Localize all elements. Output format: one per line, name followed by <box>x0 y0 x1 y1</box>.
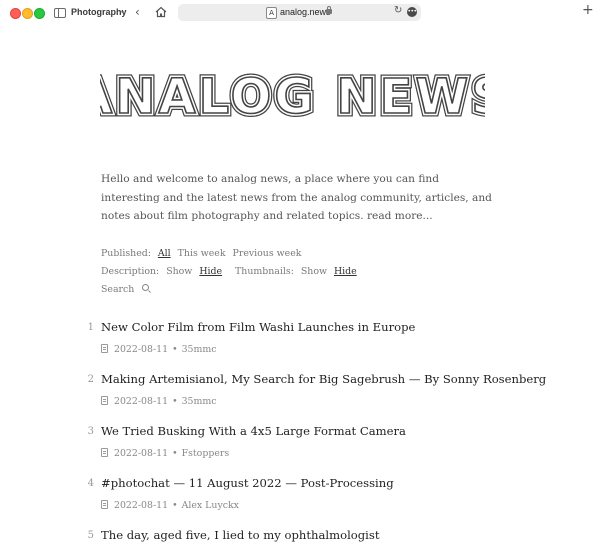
back-button[interactable]: ‹ <box>135 5 140 19</box>
article-date: 2022-08-11 <box>114 448 169 459</box>
item-number: 4 <box>87 478 94 489</box>
search-label[interactable]: Search <box>101 284 134 295</box>
read-more-link[interactable]: read more... <box>367 210 433 222</box>
article-source[interactable]: 35mmc <box>182 396 217 407</box>
search-icon[interactable] <box>142 284 150 291</box>
thumbnails-option-show[interactable]: Show <box>301 266 327 277</box>
article-date: 2022-08-11 <box>114 344 169 355</box>
meta-separator: • <box>172 448 178 459</box>
meta-separator: • <box>172 396 178 407</box>
sidebar-toggle-icon[interactable] <box>54 8 66 18</box>
chevron-down-icon[interactable]: ⌄ <box>119 6 126 15</box>
search-row[interactable]: Search <box>101 284 153 295</box>
meta-separator: • <box>172 500 178 511</box>
description-option-show[interactable]: Show <box>166 266 192 277</box>
intro-text: Hello and welcome to analog news, a plac… <box>101 173 492 222</box>
published-option-this-week[interactable]: This week <box>178 248 226 259</box>
home-icon[interactable] <box>155 6 167 18</box>
item-number: 3 <box>87 426 94 437</box>
published-filter: Published: All This week Previous week <box>101 248 305 259</box>
new-tab-button[interactable]: + <box>582 2 594 18</box>
zoom-window-button[interactable] <box>34 8 45 19</box>
item-number: 2 <box>87 374 94 385</box>
article-title-link[interactable]: Making Artemisianol, My Search for Big S… <box>101 372 546 386</box>
item-number: 1 <box>87 322 94 333</box>
description-option-hide[interactable]: Hide <box>199 266 222 277</box>
lock-icon <box>326 6 332 14</box>
article-date: 2022-08-11 <box>114 500 169 511</box>
article-title-link[interactable]: New Color Film from Film Washi Launches … <box>101 320 415 334</box>
article-meta: 2022-08-11 • Fstoppers <box>101 448 229 459</box>
thumbnails-label: Thumbnails: <box>235 266 294 277</box>
minimize-window-button[interactable] <box>22 8 33 19</box>
site-favicon-icon: A <box>266 7 277 19</box>
document-icon <box>101 448 108 457</box>
close-window-button[interactable] <box>10 8 21 19</box>
article-title-link[interactable]: The day, aged five, I lied to my ophthal… <box>101 528 380 542</box>
published-option-previous-week[interactable]: Previous week <box>233 248 302 259</box>
url-text[interactable]: analog.news <box>280 7 331 17</box>
logo-core-line: ANALOG NEWS <box>100 70 485 120</box>
description-label: Description: <box>101 266 160 277</box>
published-label: Published: <box>101 248 151 259</box>
document-icon <box>101 396 108 405</box>
browser-toolbar: Photography ⌄ ‹ A analog.news ↻ ••• + <box>0 0 600 26</box>
intro-paragraph: Hello and welcome to analog news, a plac… <box>101 170 496 226</box>
address-bar[interactable]: A analog.news ↻ ••• <box>178 4 421 21</box>
meta-separator: • <box>172 344 178 355</box>
article-source[interactable]: Fstoppers <box>182 448 230 459</box>
article-date: 2022-08-11 <box>114 396 169 407</box>
document-icon <box>101 344 108 353</box>
display-filter: Description: Show Hide Thumbnails: Show … <box>101 266 361 277</box>
published-option-all[interactable]: All <box>158 248 171 259</box>
article-source[interactable]: Alex Luyckx <box>182 500 239 511</box>
article-meta: 2022-08-11 • 35mmc <box>101 396 217 407</box>
article-meta: 2022-08-11 • Alex Luyckx <box>101 500 239 511</box>
article-source[interactable]: 35mmc <box>182 344 217 355</box>
extension-icon[interactable]: ••• <box>407 7 417 17</box>
article-title-link[interactable]: #photochat — 11 August 2022 — Post-Proce… <box>101 476 394 490</box>
article-meta: 2022-08-11 • 35mmc <box>101 344 217 355</box>
document-icon <box>101 500 108 509</box>
reload-icon[interactable]: ↻ <box>394 5 402 16</box>
thumbnails-option-hide[interactable]: Hide <box>334 266 357 277</box>
item-number: 5 <box>87 530 94 541</box>
article-title-link[interactable]: We Tried Busking With a 4x5 Large Format… <box>101 424 406 438</box>
site-logo[interactable]: ANALOG NEWS ANALOG NEWS ANALOG NEWS <box>100 70 485 120</box>
